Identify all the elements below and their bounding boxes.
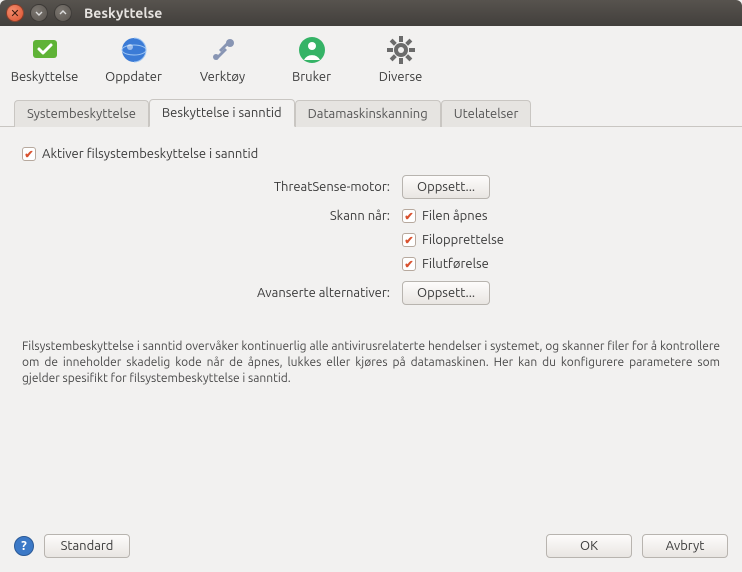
advanced-label: Avanserte alternativer: xyxy=(22,286,402,300)
toolbar-item-label: Beskyttelse xyxy=(11,70,79,84)
toolbar-item-label: Oppdater xyxy=(105,70,162,84)
toolbar: Beskyttelse Oppdater xyxy=(0,26,742,88)
scan-file-execute-label: Filutførelse xyxy=(422,257,489,271)
toolbar-item-label: Bruker xyxy=(292,70,331,84)
enable-realtime-row: ✔ Aktiver filsystembeskyttelse i sanntid xyxy=(22,147,720,161)
ok-button[interactable]: OK xyxy=(546,534,632,558)
footer: ? Standard OK Avbryt xyxy=(0,524,742,572)
toolbar-item-label: Diverse xyxy=(379,70,423,84)
help-icon[interactable]: ? xyxy=(14,536,34,556)
scan-file-execute-checkbox[interactable]: ✔ xyxy=(402,257,416,271)
toolbar-item-misc[interactable]: Diverse xyxy=(368,34,433,84)
toolbar-item-tools[interactable]: Verktøy xyxy=(190,34,255,84)
tab-content: ✔ Aktiver filsystembeskyttelse i sanntid… xyxy=(0,127,742,524)
threatsense-label: ThreatSense-motor: xyxy=(22,180,402,194)
window-body: Beskyttelse Oppdater xyxy=(0,26,742,572)
scan-file-create-checkbox[interactable]: ✔ xyxy=(402,233,416,247)
default-button[interactable]: Standard xyxy=(44,534,130,558)
enable-realtime-label: Aktiver filsystembeskyttelse i sanntid xyxy=(42,147,258,161)
window-title: Beskyttelse xyxy=(84,5,162,21)
tools-icon xyxy=(207,34,239,66)
scan-file-create-label: Filopprettelse xyxy=(422,233,504,247)
enable-realtime-checkbox[interactable]: ✔ xyxy=(22,147,36,161)
settings-grid: ThreatSense-motor: Oppsett... Skann når:… xyxy=(22,175,720,305)
toolbar-item-protection[interactable]: Beskyttelse xyxy=(12,34,77,84)
toolbar-item-update[interactable]: Oppdater xyxy=(101,34,166,84)
tab-exclusions[interactable]: Utelatelser xyxy=(441,100,532,127)
scan-when-label: Skann når: xyxy=(22,209,402,223)
tab-realtime-protection[interactable]: Beskyttelse i sanntid xyxy=(149,99,295,127)
close-icon[interactable]: ✕ xyxy=(6,4,24,22)
globe-icon xyxy=(118,34,150,66)
tabstrip: Systembeskyttelse Beskyttelse i sanntid … xyxy=(0,88,742,127)
tab-computer-scan[interactable]: Datamaskinskanning xyxy=(295,100,441,127)
titlebar: ✕ Beskyttelse xyxy=(0,0,742,26)
user-icon xyxy=(296,34,328,66)
shield-icon xyxy=(29,34,61,66)
advanced-setup-button[interactable]: Oppsett... xyxy=(402,281,490,305)
gear-icon xyxy=(385,34,417,66)
cancel-button[interactable]: Avbryt xyxy=(642,534,728,558)
scan-file-open-label: Filen åpnes xyxy=(422,209,488,223)
scan-file-open-checkbox[interactable]: ✔ xyxy=(402,209,416,223)
minimize-icon[interactable] xyxy=(30,4,48,22)
description-text: Filsystembeskyttelse i sanntid overvåker… xyxy=(22,339,720,388)
threatsense-setup-button[interactable]: Oppsett... xyxy=(402,175,490,199)
toolbar-item-user[interactable]: Bruker xyxy=(279,34,344,84)
maximize-icon[interactable] xyxy=(54,4,72,22)
toolbar-item-label: Verktøy xyxy=(200,70,245,84)
tab-system-protection[interactable]: Systembeskyttelse xyxy=(14,100,149,127)
